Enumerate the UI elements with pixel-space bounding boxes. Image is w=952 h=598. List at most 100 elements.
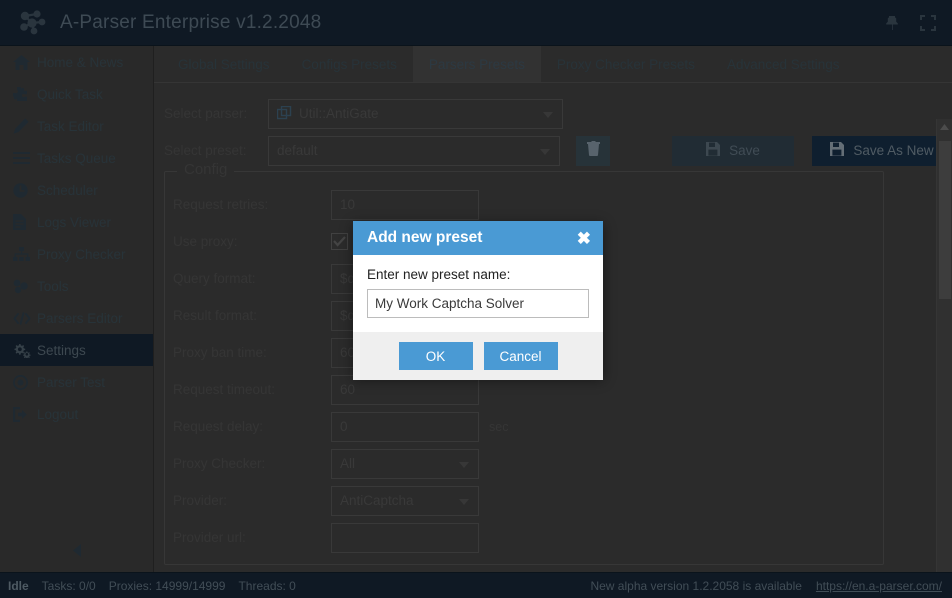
select-parser-dropdown[interactable]: Util::AntiGate — [268, 99, 563, 129]
save-as-new-button-label: Save As New — [853, 143, 933, 158]
select-parser-row: Select parser: Util::AntiGate — [164, 95, 952, 132]
scroll-up-arrow[interactable] — [937, 119, 952, 135]
delete-preset-button[interactable] — [576, 136, 610, 166]
sidebar-item-tools[interactable]: Tools — [0, 270, 153, 302]
sidebar-item-proxy-checker[interactable]: Proxy Checker — [0, 238, 153, 270]
save-button-label: Save — [729, 143, 760, 158]
sidebar-item-logout[interactable]: Logout — [0, 398, 153, 430]
sidebar-item-label: Logs Viewer — [37, 215, 111, 230]
scrollbar-thumb[interactable] — [939, 141, 951, 299]
preset-name-label: Enter new preset name: — [367, 267, 589, 282]
ok-button[interactable]: OK — [399, 342, 473, 370]
sidebar-item-quick-task[interactable]: Quick Task — [0, 78, 153, 110]
chevron-down-icon — [459, 499, 469, 505]
chevron-down-icon — [459, 462, 469, 468]
app-title: A-Parser Enterprise v1.2.2048 — [60, 12, 321, 34]
tab-bar: Global Settings Configs Presets Parsers … — [154, 46, 952, 82]
provider-url-input[interactable] — [331, 523, 479, 553]
tab-global-settings[interactable]: Global Settings — [162, 46, 286, 82]
add-new-preset-dialog: Add new preset ✖ Enter new preset name: … — [353, 221, 603, 377]
clock-icon — [13, 182, 34, 198]
preset-name-input[interactable] — [367, 289, 589, 318]
tab-configs-presets[interactable]: Configs Presets — [286, 46, 413, 82]
maximize-icon[interactable] — [918, 13, 938, 33]
sidebar-item-scheduler[interactable]: Scheduler — [0, 174, 153, 206]
sidebar-item-parser-test[interactable]: Parser Test — [0, 366, 153, 398]
status-update-notice: New alpha version 1.2.2058 is available — [590, 579, 801, 593]
field-label: Query format: — [173, 271, 331, 286]
save-as-new-button[interactable]: Save As New — [812, 136, 952, 166]
puzzle-icon — [13, 86, 34, 102]
sidebar-item-label: Tools — [37, 279, 69, 294]
tab-proxy-checker-presets[interactable]: Proxy Checker Presets — [541, 46, 711, 82]
config-legend: Config — [177, 161, 234, 178]
status-update-area: New alpha version 1.2.2058 is available … — [590, 579, 942, 593]
select-parser-label: Select parser: — [164, 106, 268, 121]
floppy-icon — [830, 142, 844, 159]
field-label: Result format: — [173, 308, 331, 323]
save-button[interactable]: Save — [672, 136, 794, 166]
proxy-checker-dropdown[interactable]: All — [331, 449, 479, 479]
cancel-button[interactable]: Cancel — [484, 342, 558, 370]
sidebar-item-parsers-editor[interactable]: Parsers Editor — [0, 302, 153, 334]
field-request-retries: Request retries: 10 — [173, 186, 883, 223]
field-label: Request retries: — [173, 197, 331, 212]
field-label: Proxy ban time: — [173, 345, 331, 360]
field-value: 60 — [340, 382, 355, 397]
title-bar: A-Parser Enterprise v1.2.2048 — [0, 0, 952, 46]
chevron-down-icon — [540, 149, 550, 155]
document-icon — [13, 214, 34, 230]
sidebar-item-label: Tasks Queue — [37, 151, 116, 166]
sidebar-item-label: Quick Task — [37, 87, 103, 102]
request-delay-input[interactable]: 0 — [331, 412, 479, 442]
copy-icon — [277, 106, 292, 121]
status-update-link[interactable]: https://en.a-parser.com/ — [816, 579, 942, 593]
provider-dropdown[interactable]: AntiCaptcha — [331, 486, 479, 516]
chevron-left-icon — [73, 544, 82, 562]
request-retries-input[interactable]: 10 — [331, 190, 479, 220]
sidebar-item-home-news[interactable]: Home & News — [0, 46, 153, 78]
chevron-down-icon — [543, 112, 553, 118]
pin-icon[interactable] — [882, 13, 902, 33]
field-value: 10 — [340, 197, 355, 212]
code-icon — [13, 310, 34, 326]
sidebar-item-logs-viewer[interactable]: Logs Viewer — [0, 206, 153, 238]
sidebar-item-task-editor[interactable]: Task Editor — [0, 110, 153, 142]
close-icon[interactable]: ✖ — [575, 228, 593, 249]
select-preset-label: Select preset: — [164, 143, 268, 158]
list-icon — [13, 150, 34, 166]
sidebar-item-label: Task Editor — [37, 119, 104, 134]
tab-advanced-settings[interactable]: Advanced Settings — [711, 46, 856, 82]
select-preset-dropdown[interactable]: default — [268, 136, 560, 166]
sidebar-item-tasks-queue[interactable]: Tasks Queue — [0, 142, 153, 174]
sidebar-item-label: Parser Test — [37, 375, 105, 390]
sidebar-item-settings[interactable]: Settings — [0, 334, 153, 366]
sidebar-item-label: Parsers Editor — [37, 311, 123, 326]
dialog-header: Add new preset ✖ — [353, 221, 603, 255]
window-controls — [882, 13, 938, 33]
dialog-footer: OK Cancel — [353, 332, 603, 380]
dialog-title: Add new preset — [367, 229, 482, 247]
trash-icon — [587, 141, 600, 161]
sitemap-icon — [13, 246, 34, 262]
status-proxies: Proxies: 14999/14999 — [109, 579, 226, 593]
status-bar: Idle Tasks: 0/0 Proxies: 14999/14999 Thr… — [0, 572, 952, 598]
select-preset-row: Select preset: default Sav — [164, 132, 952, 169]
field-label: Provider url: — [173, 530, 331, 545]
gears-icon — [13, 342, 34, 358]
sidebar: Home & News Quick Task Task Editor Tasks… — [0, 46, 154, 572]
field-value: AntiCaptcha — [340, 493, 414, 508]
use-proxy-checkbox[interactable] — [331, 233, 348, 250]
field-proxy-checker: Proxy Checker: All — [173, 445, 883, 482]
sidebar-collapse-button[interactable] — [0, 540, 154, 566]
status-threads: Threads: 0 — [238, 579, 295, 593]
target-icon — [13, 374, 34, 390]
field-provider-url: Provider url: — [173, 519, 883, 556]
vertical-scrollbar[interactable] — [936, 119, 952, 572]
field-request-delay: Request delay: 0 sec — [173, 408, 883, 445]
tab-parsers-presets[interactable]: Parsers Presets — [413, 46, 541, 82]
field-label: Request timeout: — [173, 382, 331, 397]
field-label: Use proxy: — [173, 234, 331, 249]
select-parser-value: Util::AntiGate — [299, 106, 379, 121]
field-value: 0 — [340, 419, 348, 434]
